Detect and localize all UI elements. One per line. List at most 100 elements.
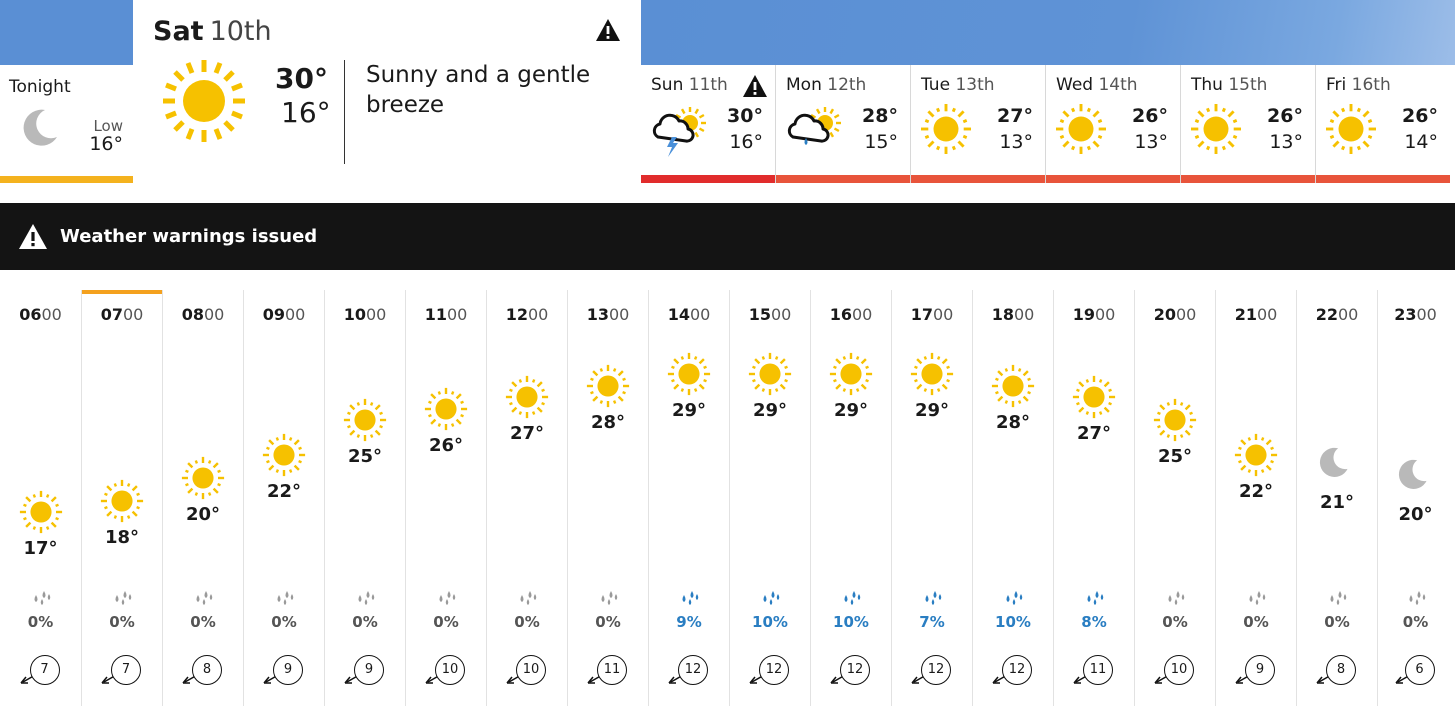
sun-icon xyxy=(1072,375,1116,419)
day-temperature-bar xyxy=(641,175,775,183)
sun-icon xyxy=(1325,103,1377,159)
hour-mm: 00 xyxy=(770,305,792,324)
hour-temperature: 29° xyxy=(914,400,950,421)
hour-hh: 23 xyxy=(1394,305,1417,324)
rain-chance: 0% xyxy=(352,613,378,631)
day-label: Tue xyxy=(921,75,951,95)
tonight-panel[interactable]: Tonight Low 16° xyxy=(0,65,133,183)
day-low-temperature: 14° xyxy=(1404,131,1438,153)
day-card-sun[interactable]: Sun 11th 30° 16° xyxy=(641,65,775,183)
wind-speed: 6 xyxy=(1404,655,1435,685)
wind-indicator: 11 xyxy=(1070,650,1120,690)
wind-indicator: 12 xyxy=(908,650,958,690)
wind-speed: 9 xyxy=(273,655,303,685)
hour-column-15[interactable]: 1500 29° 10% 12 xyxy=(729,290,810,706)
hour-column-12[interactable]: 1200 27° 0% 10 xyxy=(486,290,567,706)
weather-warnings-banner[interactable]: Weather warnings issued xyxy=(0,203,1455,270)
rain-chance: 0% xyxy=(1162,613,1188,631)
warning-icon[interactable] xyxy=(595,18,621,46)
wind-indicator: 9 xyxy=(260,650,310,690)
sun-icon xyxy=(100,479,144,523)
sun-icon xyxy=(748,352,792,396)
rain-drops-icon xyxy=(516,588,538,610)
hour-column-16[interactable]: 1600 29° 10% 12 xyxy=(810,290,891,706)
day-card-tue[interactable]: Tue 13th 27° 13° xyxy=(910,65,1045,183)
rain-chance: 0% xyxy=(109,613,135,631)
hour-column-19[interactable]: 1900 27° 8% 11 xyxy=(1053,290,1134,706)
hour-mm: 00 xyxy=(365,305,387,324)
day-temperature-bar xyxy=(1316,175,1450,183)
hour-column-22[interactable]: 2200 21° 0% 8 xyxy=(1296,290,1377,706)
hour-temperature: 18° xyxy=(104,527,140,548)
hour-column-14[interactable]: 1400 29° 9% 12 xyxy=(648,290,729,706)
warning-icon[interactable] xyxy=(742,74,768,102)
hour-column-20[interactable]: 2000 25° 0% 10 xyxy=(1134,290,1215,706)
moon-icon xyxy=(1394,456,1438,500)
hour-hh: 08 xyxy=(181,305,204,324)
day-number: 11th xyxy=(688,75,728,95)
rain-chance: 8% xyxy=(1081,613,1107,631)
hour-mm: 00 xyxy=(1094,305,1116,324)
sun-icon xyxy=(991,364,1035,408)
day-high-temperature: 26° xyxy=(1267,105,1303,127)
hour-time: 1700 xyxy=(892,305,972,324)
rain-drops-icon xyxy=(1083,588,1105,610)
hour-mm: 00 xyxy=(608,305,630,324)
hour-column-10[interactable]: 1000 25° 0% 9 xyxy=(324,290,405,706)
day-low-temperature: 13° xyxy=(1269,131,1303,153)
hour-column-18[interactable]: 1800 28° 10% 12 xyxy=(972,290,1053,706)
today-description: Sunny and a gentle breeze xyxy=(366,62,591,118)
hour-time: 0900 xyxy=(244,305,324,324)
hour-column-11[interactable]: 1100 26° 0% 10 xyxy=(405,290,486,706)
hour-column-06[interactable]: 0600 17° 0% 7 xyxy=(0,290,81,706)
today-panel[interactable]: Sat 10th 30° 16° Sunny and a gentle breez… xyxy=(133,0,641,183)
hour-time: 0600 xyxy=(0,305,81,324)
day-card-fri[interactable]: Fri 16th 26° 14° xyxy=(1315,65,1450,183)
hour-temperature: 21° xyxy=(1319,492,1355,513)
day-number: 13th xyxy=(955,75,995,95)
today-date: Sat 10th xyxy=(153,16,272,47)
day-number: 12th xyxy=(827,75,867,95)
hour-column-23[interactable]: 2300 20° 0% 6 xyxy=(1377,290,1453,706)
wind-speed: 12 xyxy=(921,655,951,685)
wind-indicator: 10 xyxy=(503,650,553,690)
rain-chance: 10% xyxy=(833,613,869,631)
rain-drops-icon xyxy=(111,588,133,610)
hour-column-21[interactable]: 2100 22° 0% 9 xyxy=(1215,290,1296,706)
wind-speed: 10 xyxy=(435,655,465,685)
hour-column-13[interactable]: 1300 28° 0% 11 xyxy=(567,290,648,706)
hour-hh: 19 xyxy=(1072,305,1095,324)
hour-mm: 00 xyxy=(41,305,62,324)
wind-speed: 7 xyxy=(29,655,60,685)
wind-indicator: 7 xyxy=(17,650,67,690)
day-low-temperature: 13° xyxy=(999,131,1033,153)
rain-drops-icon xyxy=(1405,588,1427,610)
thunder-sun-icon xyxy=(650,103,712,163)
hour-column-09[interactable]: 0900 22° 0% 9 xyxy=(243,290,324,706)
sun-icon xyxy=(1055,103,1107,159)
wind-indicator: 12 xyxy=(827,650,877,690)
hour-column-08[interactable]: 0800 20° 0% 8 xyxy=(162,290,243,706)
hour-mm: 00 xyxy=(1256,305,1278,324)
hour-mm: 00 xyxy=(122,305,144,324)
hour-column-07[interactable]: 0700 18° 0% 7 xyxy=(81,290,162,706)
day-card-mon[interactable]: Mon 12th 28° 15° xyxy=(775,65,910,183)
today-high-temperature: 30° xyxy=(275,62,328,95)
day-card-wed[interactable]: Wed 14th 26° 13° xyxy=(1045,65,1180,183)
sun-icon xyxy=(181,456,225,500)
sun-icon xyxy=(262,433,306,477)
sun-icon xyxy=(161,58,247,148)
hour-hh: 12 xyxy=(505,305,528,324)
sky-backdrop-left xyxy=(0,0,133,65)
hour-mm: 00 xyxy=(446,305,468,324)
sun-icon xyxy=(1190,103,1242,159)
hour-hh: 06 xyxy=(19,305,42,324)
hourly-forecast: 0600 17° 0% 7 0700 18° 0% 7 0800 20° 0% xyxy=(0,290,1455,706)
hour-temperature: 25° xyxy=(1157,446,1193,467)
day-card-thu[interactable]: Thu 15th 26° 13° xyxy=(1180,65,1315,183)
wind-indicator: 12 xyxy=(989,650,1039,690)
rain-drops-icon xyxy=(1245,588,1267,610)
hour-column-17[interactable]: 1700 29° 7% 12 xyxy=(891,290,972,706)
hour-hh: 15 xyxy=(748,305,771,324)
hour-temperature: 25° xyxy=(347,446,383,467)
